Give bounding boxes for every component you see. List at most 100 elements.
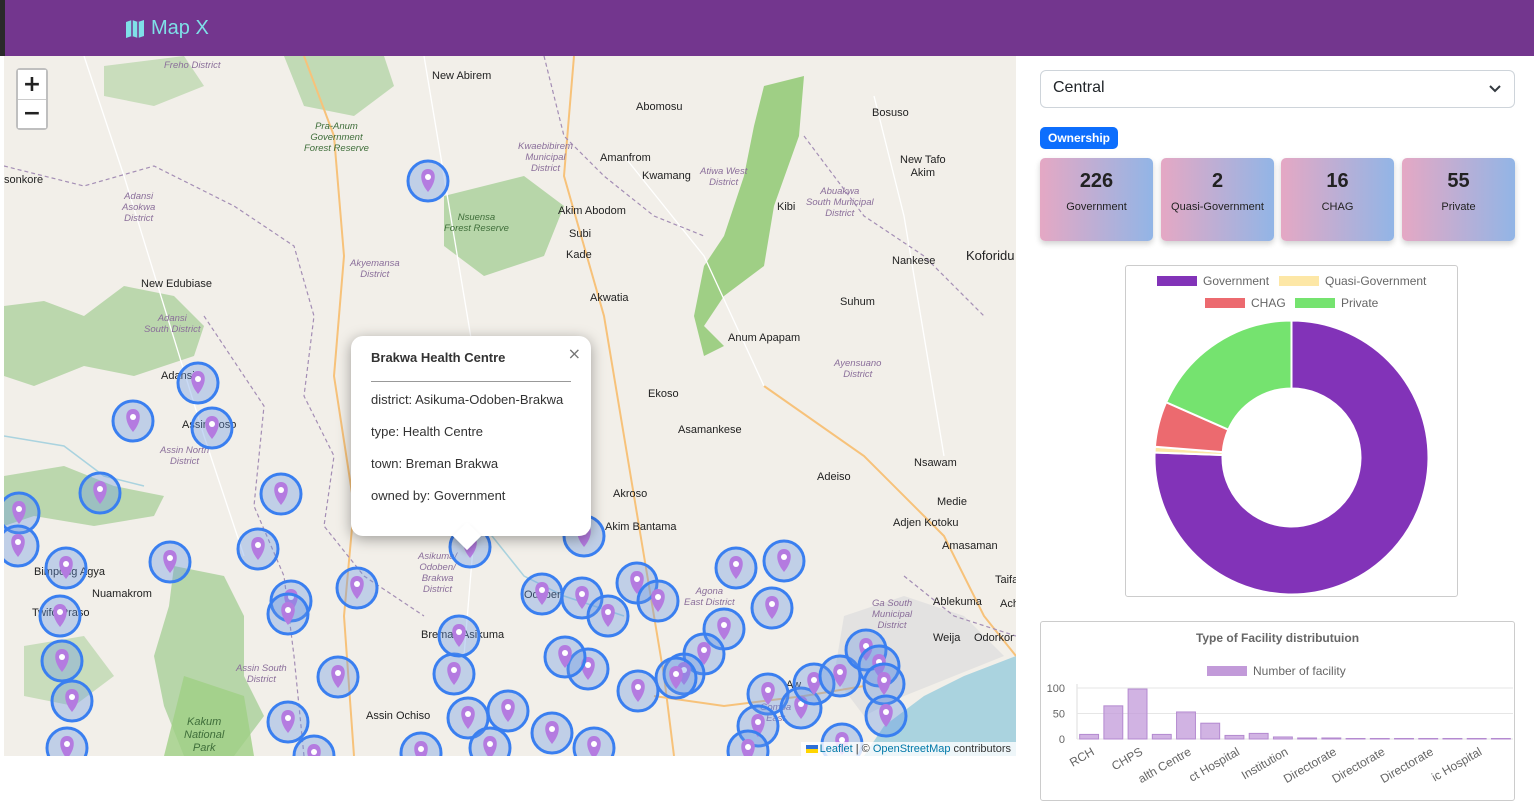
facility-marker[interactable] [236, 527, 280, 571]
facility-marker[interactable] [636, 579, 680, 623]
bar[interactable] [1394, 737, 1414, 740]
card-label: Quasi-Government [1171, 201, 1264, 213]
facility-marker[interactable] [266, 700, 310, 744]
card-chag: 16 CHAG [1281, 158, 1394, 241]
legend-swatch [1157, 276, 1197, 286]
leaflet-link[interactable]: Leaflet [820, 743, 853, 755]
osm-link[interactable]: OpenStreetMap [873, 743, 951, 755]
facility-marker[interactable] [616, 669, 660, 713]
facility-marker[interactable] [316, 655, 360, 699]
facility-marker[interactable] [148, 540, 192, 584]
facility-marker[interactable] [864, 694, 908, 738]
y-tick-label: 0 [1059, 734, 1065, 746]
bar[interactable] [1103, 705, 1124, 740]
x-tick-label: Directorate [1329, 744, 1387, 786]
chevron-down-icon [1489, 85, 1501, 93]
card-label: Government [1066, 201, 1127, 213]
popup-district: district: Asikuma-Odoben-Brakwa [371, 392, 564, 407]
legend-item-quasi-government[interactable]: Quasi-Government [1279, 274, 1426, 288]
facility-marker[interactable] [259, 472, 303, 516]
region-select[interactable]: Central [1040, 70, 1515, 108]
facility-type-bar-chart: Type of Facility distributuion Number of… [1040, 621, 1515, 801]
facility-marker[interactable] [44, 546, 88, 590]
zoom-control: + − [16, 68, 48, 130]
facility-marker[interactable] [572, 726, 616, 756]
facility-marker[interactable] [726, 729, 770, 756]
bar[interactable] [1297, 737, 1318, 740]
facility-marker[interactable] [4, 524, 40, 568]
bar[interactable] [1466, 737, 1487, 740]
x-tick-label: ct Hospital [1186, 744, 1242, 784]
legend-label: Private [1341, 296, 1379, 310]
popup-type: type: Health Centre [371, 424, 484, 439]
facility-popup: × Brakwa Health Centre district: Asikuma… [351, 336, 591, 551]
bar[interactable] [1345, 737, 1366, 740]
bar[interactable] [1442, 737, 1463, 740]
bar[interactable] [1321, 737, 1342, 740]
bar[interactable] [1200, 722, 1221, 740]
x-tick-label: Directorate [1378, 744, 1436, 786]
popup-town: town: Breman Brakwa [371, 456, 499, 471]
brand[interactable]: Map X [125, 17, 209, 40]
facility-marker[interactable] [190, 406, 234, 450]
facility-marker[interactable] [45, 726, 89, 756]
facility-marker[interactable] [176, 361, 220, 405]
bar[interactable] [1176, 711, 1196, 740]
bar[interactable] [1224, 734, 1245, 740]
ownership-badge: Ownership [1040, 127, 1119, 149]
y-tick-label: 100 [1047, 683, 1065, 695]
facility-marker[interactable] [50, 679, 94, 723]
legend-item-private[interactable]: Private [1295, 296, 1378, 310]
facility-marker[interactable] [111, 399, 155, 443]
legend-item-government[interactable]: Government [1157, 274, 1269, 288]
attribution-suffix: contributors [950, 743, 1011, 755]
facility-marker[interactable] [335, 566, 379, 610]
popup-close-button[interactable]: × [568, 344, 581, 363]
facility-marker[interactable] [78, 471, 122, 515]
bar[interactable] [1490, 737, 1511, 740]
ownership-cards: 226 Government 2 Quasi-Government 16 CHA… [1040, 158, 1515, 241]
zoom-out-button[interactable]: − [18, 99, 46, 128]
facility-marker[interactable] [654, 656, 698, 700]
donut-svg [1154, 320, 1429, 595]
bars-svg: 050100RCH CHPSalth Centrect HospitalInsti… [1047, 683, 1513, 786]
x-tick-label: Directorate [1281, 744, 1339, 786]
bar[interactable] [1369, 737, 1390, 740]
facility-marker[interactable] [714, 546, 758, 590]
x-tick-label: ic Hospital [1429, 744, 1484, 784]
facility-marker[interactable] [40, 639, 84, 683]
bar[interactable] [1127, 688, 1148, 740]
bar[interactable] [1079, 733, 1100, 740]
facility-marker[interactable] [468, 726, 512, 756]
facility-marker[interactable] [750, 586, 794, 630]
facility-marker[interactable] [432, 652, 476, 696]
facility-marker[interactable] [520, 572, 564, 616]
facility-marker[interactable] [543, 635, 587, 679]
bar[interactable] [1151, 733, 1172, 740]
facility-marker[interactable] [586, 594, 630, 638]
facility-marker[interactable] [266, 592, 310, 636]
legend-label: Government [1203, 274, 1270, 288]
facility-marker[interactable] [486, 689, 530, 733]
legend-swatch [1295, 298, 1335, 308]
facility-marker[interactable] [530, 711, 574, 755]
card-government: 226 Government [1040, 158, 1153, 241]
facility-marker[interactable] [38, 594, 82, 638]
bar[interactable] [1418, 737, 1439, 740]
card-private: 55 Private [1402, 158, 1515, 241]
x-tick-label: alth Centre [1136, 744, 1194, 786]
facility-marker[interactable] [406, 159, 450, 203]
map[interactable]: Freho District New Abirem Pra-Anum Gover… [4, 56, 1016, 756]
facility-marker[interactable] [762, 539, 806, 583]
popup-title: Brakwa Health Centre [371, 350, 506, 365]
bar[interactable] [1272, 736, 1293, 740]
facility-marker[interactable] [437, 614, 481, 658]
card-label: CHAG [1321, 201, 1354, 213]
x-tick-label: CHPS [1109, 744, 1145, 773]
legend-item-chag[interactable]: CHAG [1205, 296, 1286, 310]
map-attribution: Leaflet | © OpenStreetMap contributors [800, 742, 1016, 756]
legend-label: CHAG [1251, 296, 1286, 310]
facility-marker[interactable] [399, 731, 443, 756]
bar[interactable] [1248, 732, 1269, 740]
zoom-in-button[interactable]: + [18, 70, 46, 99]
